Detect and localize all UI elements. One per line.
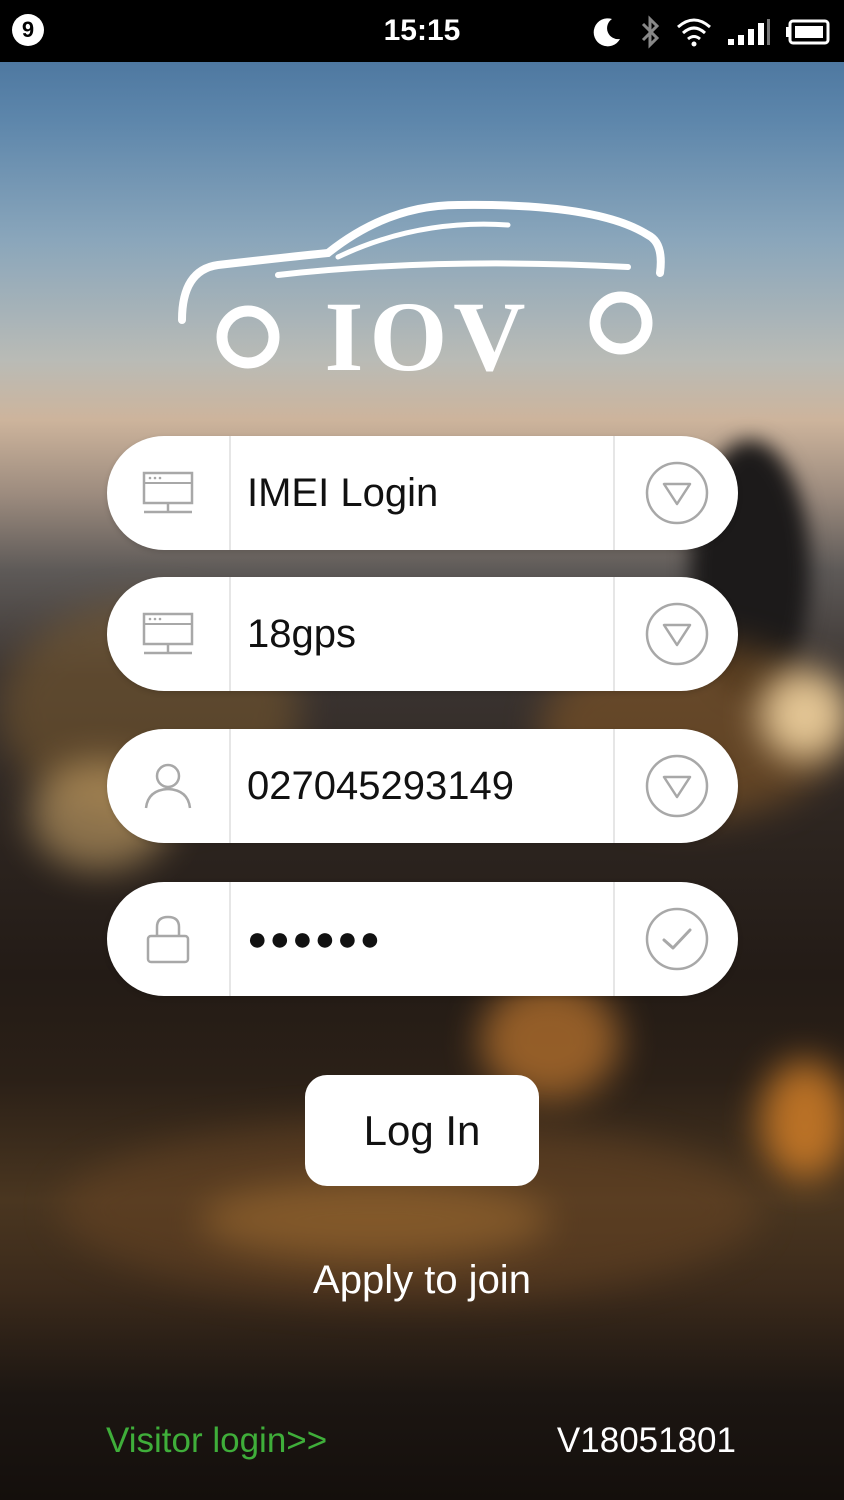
- remember-password-toggle[interactable]: [615, 882, 738, 996]
- version-label: V18051801: [556, 1421, 736, 1460]
- account-field[interactable]: 027045293149: [107, 729, 738, 843]
- field-separator: [229, 577, 231, 691]
- field-separator: [229, 882, 231, 996]
- password-field[interactable]: ●●●●●●: [107, 882, 738, 996]
- user-icon: [144, 763, 192, 809]
- visitor-login-link[interactable]: Visitor login>>: [106, 1421, 327, 1461]
- login-type-dropdown[interactable]: [615, 436, 738, 550]
- status-icons: [590, 12, 832, 52]
- logo-text: IOV: [325, 281, 532, 385]
- dropdown-icon: [645, 754, 708, 818]
- login-type-field[interactable]: IMEI Login: [107, 436, 738, 550]
- status-bar: 9 15:15: [0, 0, 844, 62]
- dropdown-icon: [645, 461, 708, 525]
- signal-icon: [728, 19, 770, 45]
- apply-to-join-link[interactable]: Apply to join: [0, 1258, 844, 1303]
- server-field[interactable]: 18gps: [107, 577, 738, 691]
- account-value: 027045293149: [247, 764, 514, 808]
- login-type-value: IMEI Login: [247, 471, 439, 515]
- check-icon: [645, 907, 708, 971]
- account-dropdown[interactable]: [615, 729, 738, 843]
- field-separator: [229, 729, 231, 843]
- server-icon: [142, 612, 194, 655]
- server-icon: [142, 471, 194, 514]
- iov-car-logo: IOV: [178, 200, 665, 385]
- battery-icon: [786, 19, 830, 45]
- field-separator: [229, 436, 231, 550]
- login-button[interactable]: Log In: [305, 1075, 539, 1186]
- wifi-icon: [677, 18, 711, 47]
- password-value[interactable]: ●●●●●●: [247, 882, 382, 996]
- server-value: 18gps: [247, 612, 356, 656]
- lock-icon: [146, 915, 190, 964]
- dropdown-icon: [645, 602, 708, 666]
- moon-icon: [593, 18, 620, 47]
- bluetooth-icon: [641, 15, 660, 49]
- server-dropdown[interactable]: [615, 577, 738, 691]
